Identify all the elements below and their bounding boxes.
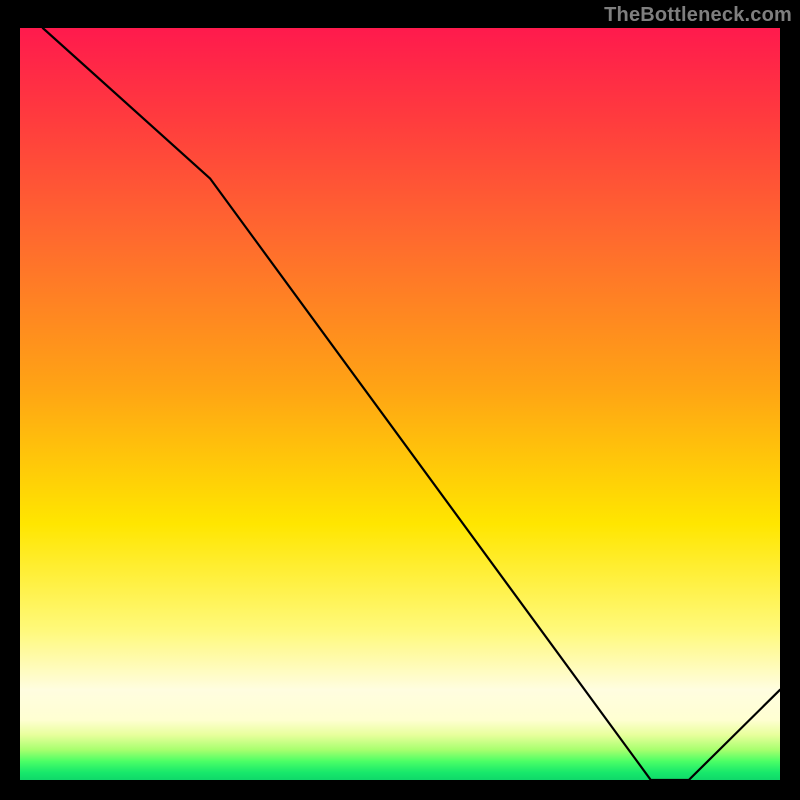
chart-area bbox=[20, 28, 780, 780]
bottleneck-curve-path bbox=[43, 28, 780, 780]
bottleneck-curve-svg bbox=[20, 28, 780, 780]
attribution-label: TheBottleneck.com bbox=[604, 4, 792, 27]
page-root: TheBottleneck.com bbox=[0, 0, 800, 800]
